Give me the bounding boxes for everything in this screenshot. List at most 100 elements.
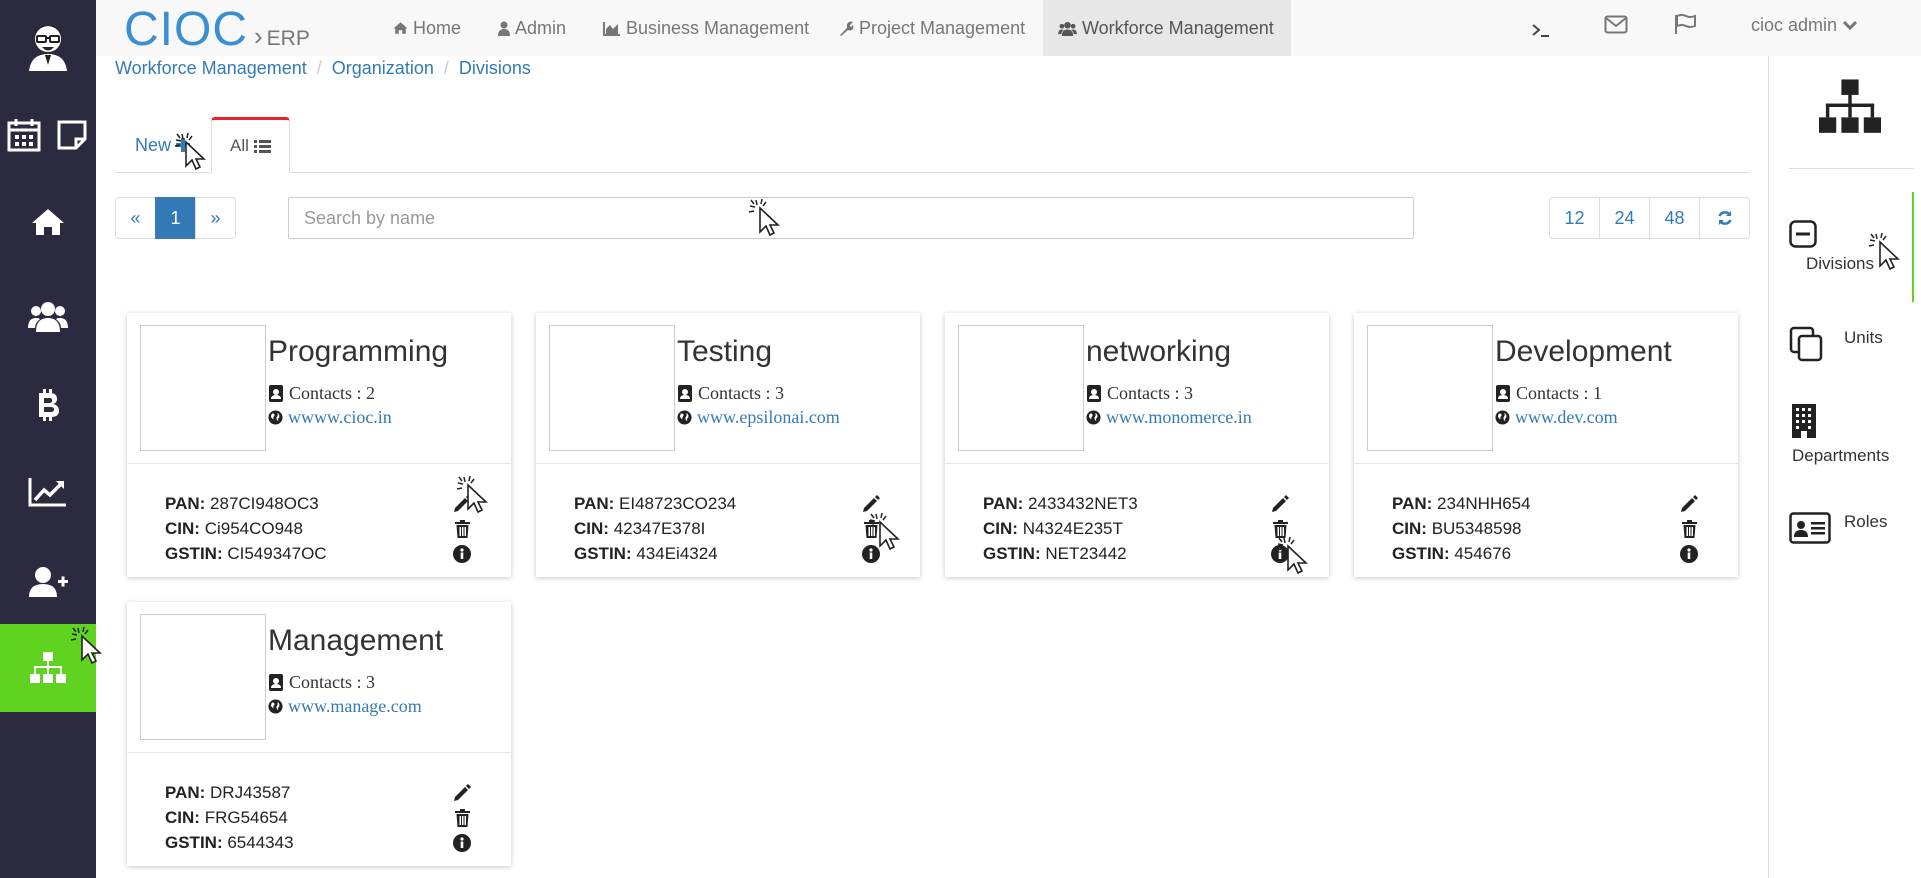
user-menu[interactable]: cioc admin	[1751, 0, 1858, 50]
nav-home-label: Home	[413, 17, 462, 38]
line-chart-icon[interactable]	[0, 470, 96, 514]
card-divider	[536, 463, 920, 464]
delete-button[interactable]	[1679, 516, 1699, 541]
sidebar-item-divisions-label: Divisions	[1806, 254, 1875, 273]
pencil-icon	[1272, 494, 1289, 512]
edit-button[interactable]	[861, 491, 881, 516]
home-icon[interactable]	[0, 200, 96, 244]
pagination-page[interactable]: 1	[155, 197, 196, 239]
address-book-icon	[1087, 385, 1101, 402]
division-website-link[interactable]: www.dev.com	[1515, 407, 1618, 428]
edit-button[interactable]	[452, 780, 472, 805]
division-image	[1367, 325, 1493, 451]
gstin-value: 434Ei4324	[636, 544, 718, 563]
globe-icon	[268, 410, 283, 425]
divider	[1789, 168, 1914, 169]
info-button[interactable]	[1679, 541, 1699, 566]
envelope-icon[interactable]	[1604, 15, 1628, 39]
cin-label: CIN:	[165, 808, 200, 827]
users-icon[interactable]	[0, 294, 96, 338]
delete-button[interactable]	[452, 516, 472, 541]
division-website: www.manage.com	[268, 696, 422, 717]
division-contacts-text: Contacts : 1	[1516, 383, 1602, 403]
division-name[interactable]: networking	[1086, 335, 1231, 369]
breadcrumb-divisions[interactable]: Divisions	[459, 58, 531, 79]
division-name[interactable]: Programming	[268, 335, 448, 369]
card-actions	[452, 780, 472, 855]
division-name[interactable]: Management	[268, 624, 443, 658]
avatar[interactable]	[0, 8, 96, 84]
sidebar-item-units[interactable]: Units	[1789, 326, 1883, 367]
area-chart-icon	[603, 21, 620, 36]
card-actions	[452, 491, 472, 566]
pagination-next[interactable]: »	[195, 197, 236, 239]
division-website: wwww.cioc.in	[268, 407, 392, 428]
pagination: « 1 »	[115, 197, 236, 239]
info-icon	[453, 544, 471, 563]
pan-label: PAN:	[574, 494, 615, 513]
division-name[interactable]: Testing	[677, 335, 772, 369]
pencil-icon	[454, 494, 471, 512]
edit-button[interactable]	[452, 491, 472, 516]
sidebar-item-departments[interactable]: Departments	[1789, 404, 1889, 465]
building-icon	[1792, 404, 1816, 438]
trash-icon	[863, 519, 879, 538]
gstin-label: GSTIN:	[1392, 544, 1450, 563]
card-actions	[1679, 491, 1699, 566]
division-contacts-text: Contacts : 2	[289, 383, 375, 403]
division-name[interactable]: Development	[1495, 335, 1672, 369]
edit-button[interactable]	[1270, 491, 1290, 516]
division-contacts: Contacts : 3	[268, 672, 375, 693]
delete-button[interactable]	[1270, 516, 1290, 541]
info-button[interactable]	[452, 541, 472, 566]
refresh-button[interactable]	[1699, 197, 1750, 239]
division-card: Programming Contacts : 2 wwww.cioc.in PA…	[127, 313, 511, 577]
page-size-48[interactable]: 48	[1649, 197, 1700, 239]
user-plus-icon[interactable]	[0, 560, 96, 604]
nav-project-management[interactable]: Project Management	[824, 0, 1040, 56]
trash-icon	[1272, 519, 1288, 538]
division-website-link[interactable]: www.manage.com	[288, 696, 422, 717]
search-input[interactable]	[288, 197, 1414, 239]
cin-value: Ci954CO948	[204, 519, 303, 538]
page-size-24[interactable]: 24	[1599, 197, 1650, 239]
card-actions	[1270, 491, 1290, 566]
tab-new[interactable]: New	[115, 117, 210, 173]
tab-all[interactable]: All	[211, 117, 290, 173]
nav-home[interactable]: Home	[378, 0, 476, 56]
sitemap-icon[interactable]	[0, 624, 96, 712]
info-button[interactable]	[861, 541, 881, 566]
division-website-link[interactable]: wwww.cioc.in	[288, 407, 392, 428]
division-website-link[interactable]: www.monomerce.in	[1106, 407, 1252, 428]
nav-business-management[interactable]: Business Management	[588, 0, 824, 56]
delete-button[interactable]	[861, 516, 881, 541]
flag-icon[interactable]	[1674, 14, 1696, 39]
sidebar-item-roles[interactable]: Roles	[1789, 512, 1887, 549]
calendar-icon[interactable]	[4, 112, 44, 158]
sticky-note-icon[interactable]	[52, 112, 92, 158]
bitcoin-icon[interactable]	[0, 383, 96, 427]
division-website-link[interactable]: www.epsilonai.com	[697, 407, 840, 428]
nav-admin[interactable]: Admin	[483, 0, 581, 56]
user-name: cioc admin	[1751, 14, 1838, 35]
sidebar-item-divisions[interactable]: Divisions	[1789, 220, 1874, 273]
active-indicator	[1912, 192, 1914, 302]
list-icon	[253, 140, 271, 153]
delete-button[interactable]	[452, 805, 472, 830]
nav-project-management-label: Project Management	[859, 17, 1026, 38]
pagination-prev[interactable]: «	[115, 197, 156, 239]
info-button[interactable]	[452, 830, 472, 855]
wrench-icon	[840, 21, 854, 36]
terminal-icon[interactable]	[1532, 22, 1550, 43]
breadcrumb-workforce-management[interactable]: Workforce Management	[115, 58, 307, 79]
brand[interactable]: CIOC › ERP	[124, 2, 310, 57]
page-size-12[interactable]: 12	[1549, 197, 1600, 239]
card-actions	[861, 491, 881, 566]
breadcrumb-organization[interactable]: Organization	[332, 58, 434, 79]
address-book-icon	[1496, 385, 1510, 402]
info-button[interactable]	[1270, 541, 1290, 566]
nav-workforce-management[interactable]: Workforce Management	[1043, 0, 1291, 56]
pan-value: DRJ43587	[210, 783, 291, 802]
card-divider	[127, 463, 511, 464]
edit-button[interactable]	[1679, 491, 1699, 516]
